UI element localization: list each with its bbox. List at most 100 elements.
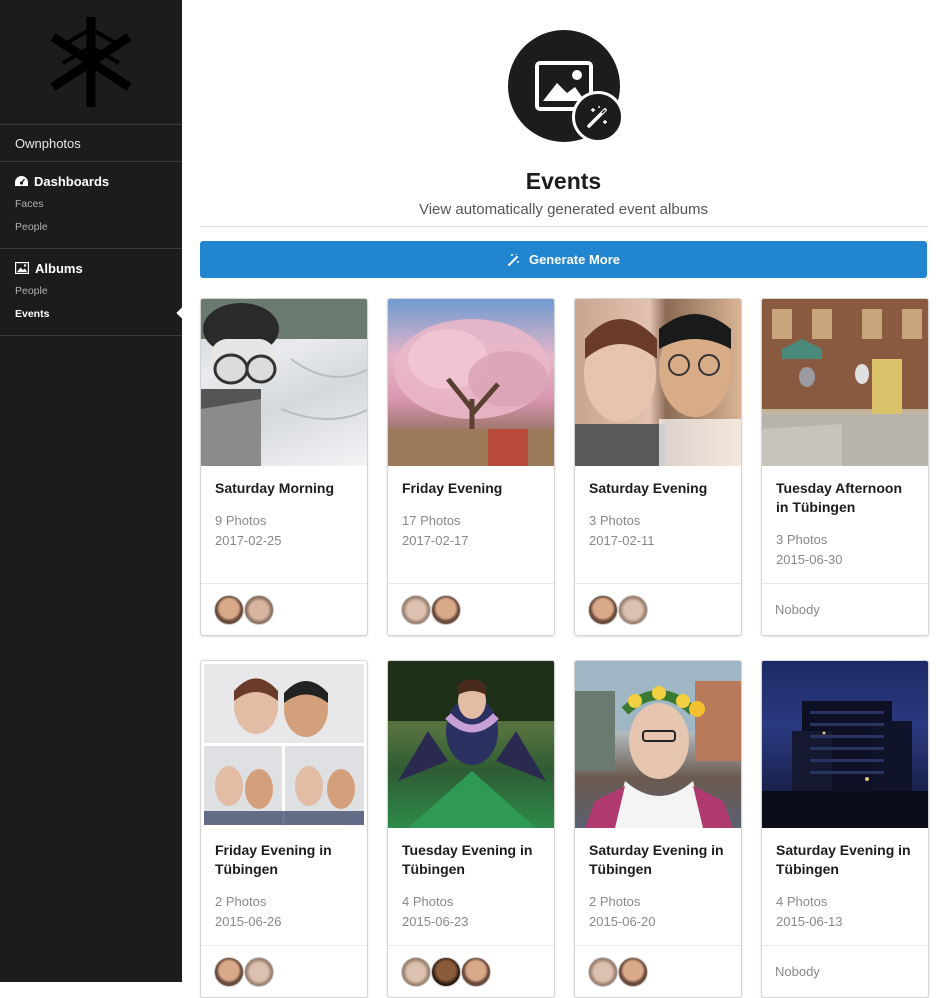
event-card-content: Friday Evening 17 Photos 2017-02-17	[388, 466, 554, 585]
event-title[interactable]: Tuesday Afternoon in Tübingen	[776, 479, 914, 517]
event-title[interactable]: Saturday Evening	[589, 479, 727, 498]
event-people	[201, 583, 367, 635]
event-card[interactable]: Saturday Evening in Tübingen 2 Photos 20…	[574, 660, 742, 998]
event-photo-count: 3 Photos	[589, 513, 641, 528]
event-title[interactable]: Saturday Evening in Tübingen	[589, 841, 727, 879]
event-title[interactable]: Saturday Morning	[215, 479, 353, 498]
no-people-label: Nobody	[775, 602, 820, 617]
event-date: 2017-02-17	[402, 533, 469, 548]
nav-header-label: Dashboards	[34, 173, 110, 189]
avatar[interactable]	[401, 956, 431, 987]
event-people: Nobody	[762, 583, 928, 635]
avatar[interactable]	[214, 594, 244, 625]
ownphotos-logo-icon	[50, 17, 132, 107]
brand-link[interactable]: Ownphotos	[0, 125, 182, 162]
event-cover-image[interactable]	[388, 299, 554, 466]
event-card-content: Tuesday Afternoon in Tübingen 3 Photos 2…	[762, 466, 928, 585]
event-photo-count: 4 Photos	[402, 894, 454, 909]
page-title: Events	[525, 168, 602, 194]
nav-item-faces[interactable]: Faces	[0, 192, 182, 215]
event-date: 2017-02-25	[215, 533, 282, 548]
page-header: Events View automatically generated even…	[200, 0, 927, 227]
event-card[interactable]: Friday Evening 17 Photos 2017-02-17	[387, 298, 555, 636]
avatar[interactable]	[244, 956, 274, 987]
event-cover-image[interactable]	[762, 299, 928, 466]
event-title[interactable]: Friday Evening in Tübingen	[215, 841, 353, 879]
active-pointer	[176, 307, 188, 319]
event-photo-count: 3 Photos	[776, 532, 828, 547]
avatar[interactable]	[618, 594, 648, 625]
generate-more-button[interactable]: Generate More	[200, 241, 927, 278]
nav-header-label: Albums	[35, 260, 83, 276]
event-cover-image[interactable]	[201, 299, 367, 466]
event-photo-count: 2 Photos	[215, 894, 267, 909]
event-card-content: Saturday Evening in Tübingen 2 Photos 20…	[575, 828, 741, 947]
event-date: 2015-06-30	[776, 552, 843, 567]
nav-header-albums[interactable]: Albums	[0, 257, 182, 279]
event-photo-count: 4 Photos	[776, 894, 828, 909]
event-date: 2015-06-26	[215, 914, 282, 929]
nav-header-dashboards[interactable]: Dashboards	[0, 170, 182, 192]
avatar[interactable]	[461, 956, 491, 987]
avatar[interactable]	[431, 956, 461, 987]
event-card[interactable]: Tuesday Afternoon in Tübingen 3 Photos 2…	[761, 298, 929, 636]
event-photo-count: 17 Photos	[402, 513, 461, 528]
event-people	[575, 945, 741, 997]
event-people: Nobody	[762, 945, 928, 997]
hero-image-icon	[507, 30, 624, 143]
avatar[interactable]	[431, 594, 461, 625]
image-icon	[15, 262, 29, 274]
event-card-content: Tuesday Evening in Tübingen 4 Photos 201…	[388, 828, 554, 947]
avatar[interactable]	[401, 594, 431, 625]
avatar[interactable]	[214, 956, 244, 987]
dashboard-icon	[15, 175, 28, 186]
event-date: 2017-02-11	[589, 533, 655, 548]
nav-item-album-people[interactable]: People	[0, 279, 182, 302]
event-cover-image[interactable]	[388, 661, 554, 828]
event-card[interactable]: Saturday Morning 9 Photos 2017-02-25	[200, 298, 368, 636]
event-card-content: Friday Evening in Tübingen 2 Photos 2015…	[201, 828, 367, 947]
avatar[interactable]	[588, 956, 618, 987]
magic-wand-icon	[571, 91, 624, 143]
avatar[interactable]	[244, 594, 274, 625]
event-card[interactable]: Friday Evening in Tübingen 2 Photos 2015…	[200, 660, 368, 998]
event-photo-count: 2 Photos	[589, 894, 641, 909]
event-album-grid: Saturday Morning 9 Photos 2017-02-25 Fri…	[200, 298, 929, 998]
event-card-content: Saturday Morning 9 Photos 2017-02-25	[201, 466, 367, 585]
main-content: Events View automatically generated even…	[200, 0, 929, 998]
event-title[interactable]: Friday Evening	[402, 479, 540, 498]
event-title[interactable]: Saturday Evening in Tübingen	[776, 841, 914, 879]
nav-section-dashboards: Dashboards Faces People	[0, 162, 182, 249]
nav-item-dashboard-people[interactable]: People	[0, 215, 182, 238]
magic-wand-icon	[507, 253, 519, 266]
event-card[interactable]: Tuesday Evening in Tübingen 4 Photos 201…	[387, 660, 555, 998]
sidebar: Ownphotos Dashboards Faces People Albums…	[0, 0, 188, 982]
nav-section-albums: Albums People Events	[0, 249, 188, 336]
event-date: 2015-06-23	[402, 914, 469, 929]
event-date: 2015-06-20	[589, 914, 656, 929]
event-photo-count: 9 Photos	[215, 513, 267, 528]
event-card[interactable]: Saturday Evening 3 Photos 2017-02-11	[574, 298, 742, 636]
logo[interactable]	[0, 0, 182, 125]
event-cover-image[interactable]	[762, 661, 928, 828]
generate-more-label: Generate More	[528, 252, 621, 267]
event-card-content: Saturday Evening 3 Photos 2017-02-11	[575, 466, 741, 585]
nav-item-label: Events	[15, 307, 50, 320]
event-people	[388, 945, 554, 997]
page-subtitle: View automatically generated event album…	[418, 201, 709, 218]
event-people	[388, 583, 554, 635]
event-people	[575, 583, 741, 635]
avatar[interactable]	[588, 594, 618, 625]
event-card-content: Saturday Evening in Tübingen 4 Photos 20…	[762, 828, 928, 947]
avatar[interactable]	[618, 956, 648, 987]
no-people-label: Nobody	[775, 964, 820, 979]
event-cover-image[interactable]	[201, 661, 367, 828]
event-people	[201, 945, 367, 997]
event-cover-image[interactable]	[575, 661, 741, 828]
event-cover-image[interactable]	[575, 299, 741, 466]
divider	[200, 226, 927, 227]
event-title[interactable]: Tuesday Evening in Tübingen	[402, 841, 540, 879]
event-card[interactable]: Saturday Evening in Tübingen 4 Photos 20…	[761, 660, 929, 998]
event-date: 2015-06-13	[776, 914, 843, 929]
nav-item-events[interactable]: Events	[0, 302, 188, 325]
